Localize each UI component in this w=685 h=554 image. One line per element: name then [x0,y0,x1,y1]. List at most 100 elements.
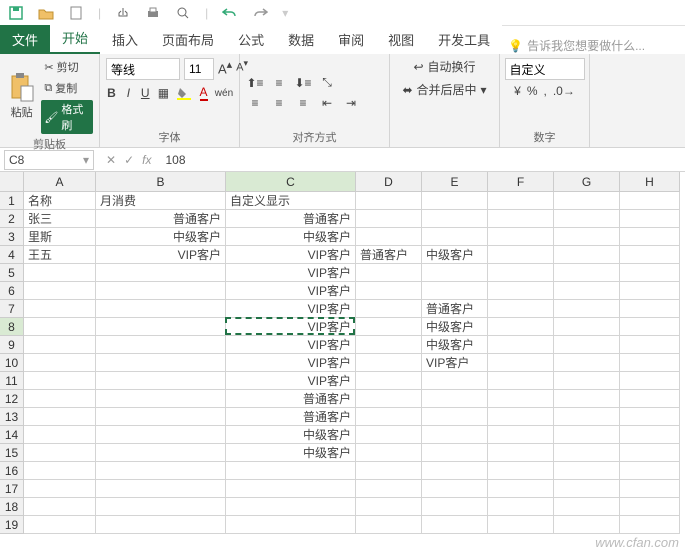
tab-insert[interactable]: 插入 [100,25,150,54]
cell-G17[interactable] [554,480,620,498]
cell-H14[interactable] [620,426,680,444]
cell-B12[interactable] [96,390,226,408]
align-center-icon[interactable]: ≡ [270,95,288,111]
cell-G12[interactable] [554,390,620,408]
cell-G2[interactable] [554,210,620,228]
phonetic-button[interactable]: wén [215,84,233,102]
cell-B5[interactable] [96,264,226,282]
cell-E13[interactable] [422,408,488,426]
cell-E17[interactable] [422,480,488,498]
cell-E3[interactable] [422,228,488,246]
cell-D10[interactable] [356,354,422,372]
tab-layout[interactable]: 页面布局 [150,25,226,54]
cell-B7[interactable] [96,300,226,318]
cell-B9[interactable] [96,336,226,354]
enter-icon[interactable]: ✓ [124,153,134,167]
tab-home[interactable]: 开始 [50,23,100,54]
cell-G4[interactable] [554,246,620,264]
cell-D14[interactable] [356,426,422,444]
save-icon[interactable] [8,5,24,21]
cell-E11[interactable] [422,372,488,390]
row-header-8[interactable]: 8 [0,318,24,336]
cell-B13[interactable] [96,408,226,426]
cell-B3[interactable]: 中级客户 [96,228,226,246]
cell-F1[interactable] [488,192,554,210]
cell-A9[interactable] [24,336,96,354]
cell-D12[interactable] [356,390,422,408]
cell-F12[interactable] [488,390,554,408]
merge-button[interactable]: ⬌合并后居中▾ [402,81,486,98]
cell-A8[interactable] [24,318,96,336]
cell-C7[interactable]: VIP客户 [226,300,356,318]
cell-D7[interactable] [356,300,422,318]
col-header-B[interactable]: B [96,172,226,192]
cell-A5[interactable] [24,264,96,282]
tab-view[interactable]: 视图 [376,25,426,54]
cell-F15[interactable] [488,444,554,462]
italic-button[interactable]: I [123,84,134,102]
cell-C2[interactable]: 普通客户 [226,210,356,228]
cell-A15[interactable] [24,444,96,462]
underline-button[interactable]: U [140,84,151,102]
copy-button[interactable]: ⧉复制 [41,79,93,97]
cell-A10[interactable] [24,354,96,372]
indent-inc-icon[interactable]: ⇥ [342,95,360,111]
cell-G19[interactable] [554,516,620,534]
paste-button[interactable]: 粘贴 [6,72,37,120]
number-format-select[interactable] [505,58,585,80]
cell-A2[interactable]: 张三 [24,210,96,228]
fx-icon[interactable]: fx [142,153,151,167]
cell-C1[interactable]: 自定义显示 [226,192,356,210]
row-header-3[interactable]: 3 [0,228,24,246]
row-header-4[interactable]: 4 [0,246,24,264]
cell-A18[interactable] [24,498,96,516]
cell-F6[interactable] [488,282,554,300]
cell-D5[interactable] [356,264,422,282]
cell-H15[interactable] [620,444,680,462]
cell-C5[interactable]: VIP客户 [226,264,356,282]
col-header-F[interactable]: F [488,172,554,192]
row-header-16[interactable]: 16 [0,462,24,480]
select-all-corner[interactable] [0,172,24,192]
col-header-G[interactable]: G [554,172,620,192]
cell-A6[interactable] [24,282,96,300]
cell-A16[interactable] [24,462,96,480]
align-bottom-icon[interactable]: ⬇≡ [294,75,312,91]
cell-H17[interactable] [620,480,680,498]
cell-B17[interactable] [96,480,226,498]
cell-C17[interactable] [226,480,356,498]
touch-icon[interactable] [115,5,131,21]
undo-icon[interactable] [222,5,238,21]
cell-F16[interactable] [488,462,554,480]
cell-F5[interactable] [488,264,554,282]
cell-F4[interactable] [488,246,554,264]
cell-C9[interactable]: VIP客户 [226,336,356,354]
cell-A13[interactable] [24,408,96,426]
cell-G1[interactable] [554,192,620,210]
row-header-12[interactable]: 12 [0,390,24,408]
row-header-13[interactable]: 13 [0,408,24,426]
cell-H3[interactable] [620,228,680,246]
cell-D3[interactable] [356,228,422,246]
tab-file[interactable]: 文件 [0,25,50,54]
cell-B16[interactable] [96,462,226,480]
row-header-18[interactable]: 18 [0,498,24,516]
tab-review[interactable]: 审阅 [326,25,376,54]
align-top-icon[interactable]: ⬆≡ [246,75,264,91]
row-header-11[interactable]: 11 [0,372,24,390]
cell-G9[interactable] [554,336,620,354]
cell-H1[interactable] [620,192,680,210]
cell-E2[interactable] [422,210,488,228]
cell-E12[interactable] [422,390,488,408]
cell-C6[interactable]: VIP客户 [226,282,356,300]
cell-F2[interactable] [488,210,554,228]
cell-E18[interactable] [422,498,488,516]
cell-H8[interactable] [620,318,680,336]
cell-C10[interactable]: VIP客户 [226,354,356,372]
cell-E14[interactable] [422,426,488,444]
cell-B1[interactable]: 月消费 [96,192,226,210]
font-name-select[interactable] [106,58,180,80]
col-header-E[interactable]: E [422,172,488,192]
tab-formula[interactable]: 公式 [226,25,276,54]
indent-dec-icon[interactable]: ⇤ [318,95,336,111]
